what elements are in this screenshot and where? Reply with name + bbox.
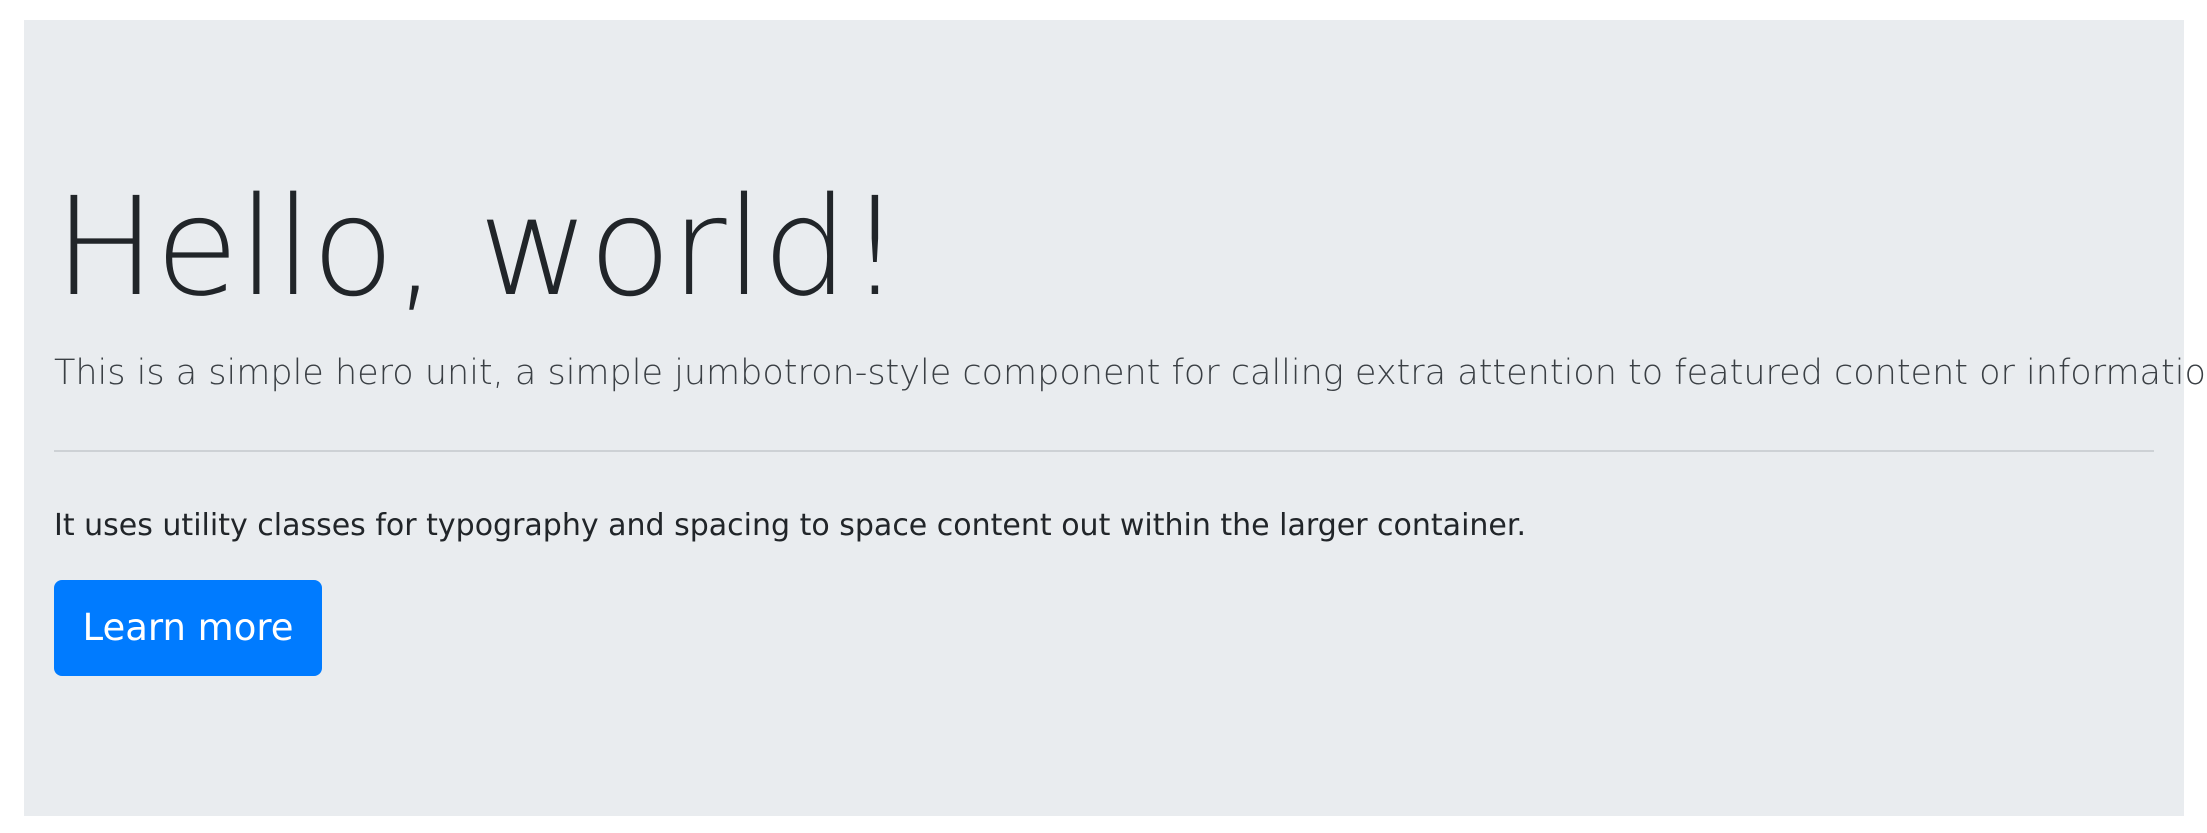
- hero-lead: This is a simple hero unit, a simple jum…: [54, 353, 2207, 393]
- divider: [54, 450, 2154, 452]
- learn-more-button[interactable]: Learn more: [54, 580, 322, 676]
- jumbotron: Hello, world! This is a simple hero unit…: [24, 20, 2207, 816]
- hero-title: Hello, world!: [54, 169, 902, 327]
- hero-body-text: It uses utility classes for typography a…: [54, 508, 1526, 543]
